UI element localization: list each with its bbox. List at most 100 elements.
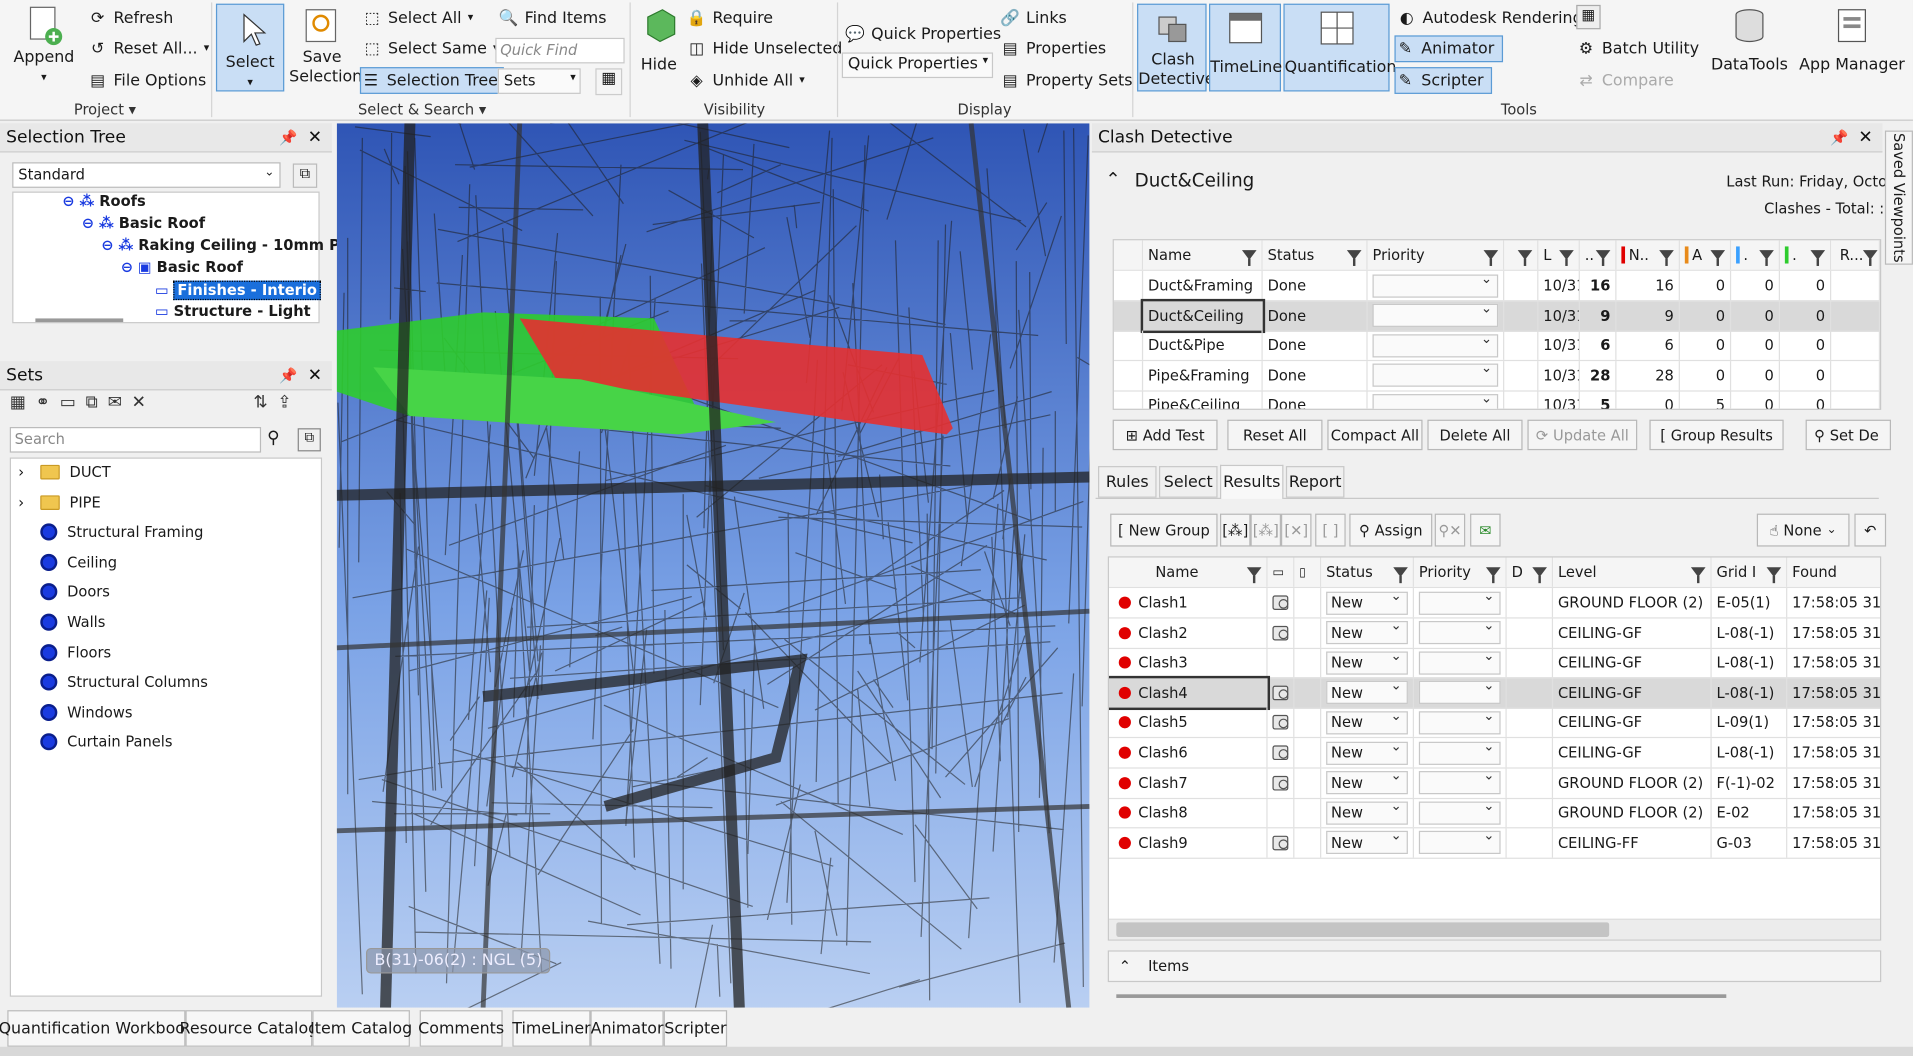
reset-view-icon[interactable]: ↶ (1854, 513, 1887, 547)
set-item[interactable]: Structural Columns (18, 673, 208, 691)
pin-icon[interactable]: 📌 (279, 129, 297, 146)
status-dropdown[interactable]: New (1326, 648, 1408, 675)
priority-dropdown[interactable] (1418, 708, 1501, 735)
filter-icon[interactable] (1759, 250, 1774, 266)
expand-icon[interactable]: › (18, 464, 30, 481)
tests-column-header[interactable]: .. (1579, 240, 1617, 270)
close-icon[interactable]: ✕ (1858, 127, 1872, 147)
results-column-header[interactable]: ▯ (1294, 557, 1322, 587)
appearance-profiler-icon[interactable]: ▦ (1576, 4, 1601, 30)
filter-icon[interactable] (1559, 250, 1574, 266)
app-manager-button[interactable]: App Manager (1798, 5, 1905, 76)
animator-button[interactable]: ✎ Animator (1394, 35, 1503, 63)
append-button[interactable]: Append ▾ (10, 5, 78, 88)
clash-result-row[interactable]: Clash2 New CEILING-GFL-08(-1)17:58:05 31-1 (1108, 618, 1881, 649)
tests-column-header[interactable] (1113, 240, 1144, 270)
duplicate-icon[interactable]: ⧉ (86, 393, 98, 413)
results-column-header[interactable]: Priority (1413, 557, 1507, 587)
timeliner-button[interactable]: TimeLiner (1209, 3, 1289, 92)
properties-button[interactable]: ▤ Properties (1000, 35, 1107, 62)
test-row[interactable]: Pipe&CeilingDone10/3150500 (1114, 390, 1881, 409)
tree-item[interactable]: ⊖ ⁂ Basic Roof (82, 215, 205, 232)
project-group-label[interactable]: Project ▾ (0, 101, 210, 118)
clash-result-row[interactable]: Clash6 New CEILING-GFL-08(-1)17:58:05 31-1 (1108, 738, 1881, 769)
clash-result-row[interactable]: Clash8 New GROUND FLOOR (2)E-0217:58:05 31… (1108, 798, 1881, 829)
group-remove-icon[interactable]: [✕] (1281, 513, 1312, 547)
items-section-header[interactable]: ⌃ Items (1107, 950, 1882, 983)
status-dropdown[interactable]: New (1326, 768, 1408, 795)
tree-item-selected[interactable]: ▭ Finishes - Interio (155, 280, 321, 301)
filter-icon[interactable] (1690, 567, 1706, 584)
tests-column-header[interactable]: N.. (1616, 240, 1680, 270)
status-dropdown[interactable]: New (1326, 738, 1408, 765)
status-dropdown[interactable]: New (1326, 708, 1408, 735)
tests-column-header[interactable]: Status (1262, 240, 1368, 270)
tree-item[interactable]: ⊖ ⁂ Roofs (62, 193, 145, 210)
set-item[interactable]: Walls (18, 613, 105, 631)
new-group-button[interactable]: [New Group (1110, 513, 1218, 547)
tests-column-header[interactable]: Priority (1367, 240, 1505, 270)
group-results-button[interactable]: [Group Results (1649, 419, 1784, 451)
tree-item[interactable]: ▭ Structure - Light (155, 303, 311, 320)
set-item[interactable]: › DUCT (18, 464, 110, 481)
selection-tree-mode-dropdown[interactable]: Standard ⌄ (12, 162, 281, 188)
group-select-icon[interactable]: [⁂] (1220, 513, 1251, 547)
links-button[interactable]: 🔗 Links (1000, 5, 1066, 32)
highlight-none-dropdown[interactable]: ☝ None ⌄ (1756, 513, 1850, 547)
status-dropdown[interactable]: New (1326, 618, 1408, 645)
tab-comments[interactable]: Comments (418, 1010, 504, 1047)
priority-dropdown[interactable] (1418, 828, 1501, 855)
tests-column-header[interactable] (1504, 240, 1539, 270)
unhide-all-button[interactable]: ◈ Unhide All ▾ (687, 67, 805, 94)
selection-tree-button[interactable]: ☰ Selection Tree (359, 67, 505, 94)
save-selection-set-icon[interactable]: ⚭ (36, 393, 50, 413)
delete-icon[interactable]: ✕ (132, 393, 146, 413)
tab-timeliner[interactable]: TimeLiner (512, 1010, 591, 1047)
close-icon[interactable]: ✕ (308, 365, 322, 385)
tab-resource-catalog[interactable]: Resource Catalog (180, 1010, 318, 1047)
expand-icon[interactable]: › (18, 494, 30, 511)
hide-unselected-button[interactable]: ◫ Hide Unselected (687, 35, 842, 62)
priority-dropdown[interactable] (1418, 618, 1501, 645)
test-row[interactable]: Duct&FramingDone10/311616000 (1113, 270, 1881, 302)
test-row[interactable]: Duct&PipeDone10/3166000 (1113, 330, 1881, 362)
tab-item-catalog[interactable]: Item Catalog (310, 1010, 412, 1047)
priority-dropdown[interactable] (1418, 798, 1501, 825)
results-column-header[interactable]: D (1506, 557, 1554, 587)
results-column-header[interactable]: Found (1787, 557, 1881, 587)
collapse-test-icon[interactable]: ⌃ (1105, 168, 1120, 190)
tab-scripter[interactable]: Scripter (663, 1010, 728, 1047)
clash-result-row[interactable]: Clash9 New CEILING-FFG-0317:58:05 31-1 (1108, 828, 1881, 859)
search-options-icon[interactable]: ⧉ (297, 428, 321, 452)
filter-icon[interactable] (1766, 567, 1782, 584)
hide-button[interactable]: Hide (636, 5, 682, 76)
tests-column-header[interactable]: R... (1831, 240, 1881, 270)
filter-icon[interactable] (1810, 250, 1826, 266)
tab-select[interactable]: Select (1159, 466, 1218, 498)
filter-icon[interactable] (1517, 250, 1533, 266)
tab-report[interactable]: Report (1285, 466, 1345, 498)
filter-icon[interactable] (1483, 250, 1499, 266)
results-column-header[interactable]: ▭ (1267, 557, 1295, 587)
tests-column-header[interactable]: L (1538, 240, 1580, 270)
filter-icon[interactable] (1532, 567, 1547, 584)
new-folder-icon[interactable]: ▭ (60, 393, 76, 413)
set-item[interactable]: Windows (18, 703, 132, 721)
clash-result-row[interactable]: Clash7 New GROUND FLOOR (2)F(-1)-0217:58:0… (1108, 768, 1881, 799)
quick-find-input[interactable]: Quick Find (495, 37, 625, 64)
priority-dropdown[interactable] (1418, 678, 1501, 705)
tree-item[interactable]: ⊖ ▣ Basic Roof (121, 259, 243, 276)
add-comment-icon[interactable]: ✉ (108, 393, 122, 413)
set-item[interactable]: Curtain Panels (18, 733, 172, 751)
filter-icon[interactable] (1485, 567, 1501, 584)
filter-icon[interactable] (1863, 250, 1879, 266)
set-item[interactable]: Doors (18, 583, 110, 601)
sort-icon[interactable]: ⇅ (253, 393, 267, 413)
sets-dropdown[interactable]: Sets ▾ (497, 68, 581, 94)
select-same-button[interactable]: ⬚Select Same▾ (362, 35, 499, 62)
test-row[interactable]: Duct&CeilingDone10/3199000 (1113, 298, 1881, 333)
refresh-button[interactable]: ⟳ Refresh (88, 5, 173, 32)
status-dropdown[interactable]: New (1326, 828, 1408, 855)
sets-search-input[interactable]: Search (9, 427, 262, 453)
group-add-icon[interactable]: [⁂] (1250, 513, 1281, 547)
